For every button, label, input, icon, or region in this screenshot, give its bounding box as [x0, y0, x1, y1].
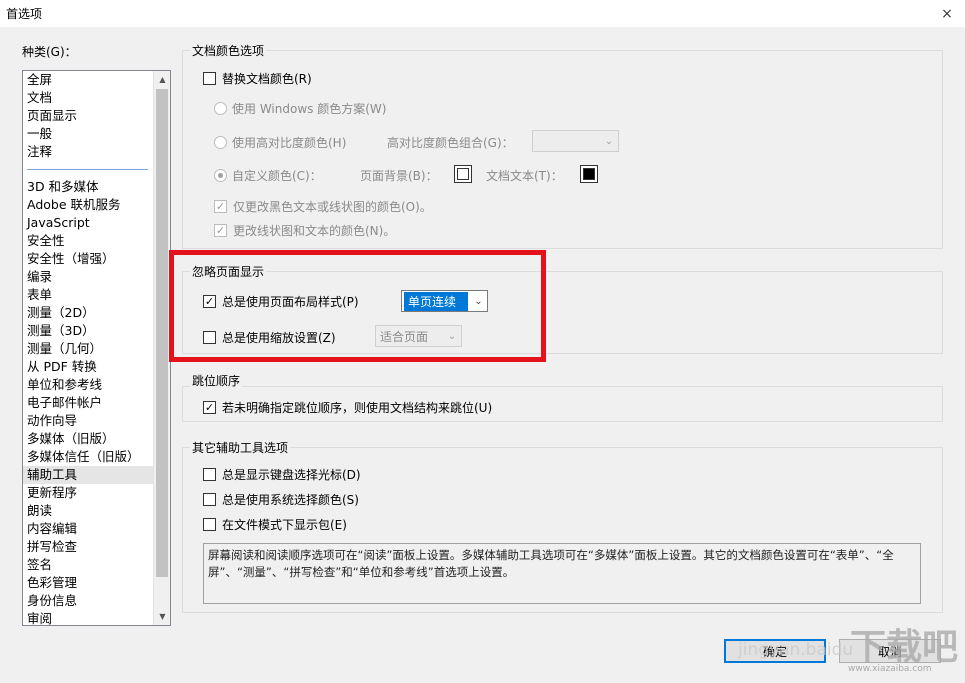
- category-item[interactable]: 色彩管理: [23, 574, 154, 592]
- category-item[interactable]: 签名: [23, 556, 154, 574]
- category-item[interactable]: 一般: [23, 125, 154, 143]
- title-bar: 首选项 ×: [0, 0, 965, 27]
- high-contrast-combo-select[interactable]: ⌄: [532, 130, 619, 152]
- close-icon[interactable]: ×: [929, 0, 965, 27]
- use-windows-label: 使用 Windows 颜色方案(W): [232, 102, 387, 116]
- page-bg-label: 页面背景(B)：: [360, 169, 438, 183]
- other-options-title: 其它辅助工具选项: [190, 439, 291, 456]
- chevron-down-icon: ⌄: [604, 135, 614, 147]
- category-item[interactable]: 电子邮件帐户: [23, 394, 154, 412]
- keyboard-cursor-checkbox[interactable]: 总是显示键盘选择光标(D): [203, 466, 361, 483]
- checkbox-icon[interactable]: [203, 518, 216, 531]
- show-bag-label: 在文件模式下显示包(E): [222, 518, 347, 532]
- checkbox-icon[interactable]: [203, 468, 216, 481]
- category-item[interactable]: 注释: [23, 143, 154, 161]
- use-windows-radio[interactable]: 使用 Windows 颜色方案(W): [214, 100, 386, 117]
- category-scrollbar[interactable]: ▲ ▼: [153, 71, 170, 625]
- category-item[interactable]: 3D 和多媒体: [23, 178, 154, 196]
- category-item[interactable]: 页面显示: [23, 107, 154, 125]
- replace-colors-checkbox[interactable]: 替换文档颜色(R): [203, 70, 312, 87]
- cancel-button[interactable]: 取消: [839, 639, 941, 663]
- system-color-label: 总是使用系统选择颜色(S): [222, 493, 359, 507]
- category-item[interactable]: 从 PDF 转换: [23, 358, 154, 376]
- category-list[interactable]: 全屏 文档 页面显示 一般 注释 3D 和多媒体 Adobe 联机服务 JavaScript 安…: [22, 70, 171, 626]
- category-separator: [23, 161, 154, 178]
- custom-colors-label: 自定义颜色(C)：: [232, 169, 322, 183]
- doc-colors-title: 文档颜色选项: [190, 42, 267, 59]
- checkbox-icon[interactable]: ✓: [214, 224, 227, 237]
- category-items: 全屏 文档 页面显示 一般 注释 3D 和多媒体 Adobe 联机服务 JavaScript 安…: [23, 71, 154, 625]
- checkbox-icon[interactable]: ✓: [203, 401, 216, 414]
- category-item[interactable]: 编录: [23, 268, 154, 286]
- category-item[interactable]: 文档: [23, 89, 154, 107]
- category-item[interactable]: 测量（3D）: [23, 322, 154, 340]
- high-contrast-combo-label: 高对比度颜色组合(G)：: [387, 136, 514, 150]
- tab-order-title: 跳位顺序: [190, 372, 243, 389]
- only-black-text-checkbox[interactable]: ✓ 仅更改黑色文本或线状图的颜色(O)。: [214, 198, 432, 215]
- scroll-down-icon[interactable]: ▼: [154, 608, 170, 625]
- category-item[interactable]: 更新程序: [23, 484, 154, 502]
- category-item[interactable]: 测量（2D）: [23, 304, 154, 322]
- scroll-thumb[interactable]: [156, 89, 168, 577]
- category-item[interactable]: 审阅: [23, 610, 154, 625]
- category-item[interactable]: 朗读: [23, 502, 154, 520]
- watermark-url: www.xiazaiba.com: [848, 664, 932, 674]
- category-item[interactable]: 内容编辑: [23, 520, 154, 538]
- category-item[interactable]: 多媒体（旧版）: [23, 430, 154, 448]
- category-item[interactable]: Adobe 联机服务: [23, 196, 154, 214]
- info-note: 屏幕阅读和阅读顺序选项可在“阅读”面板上设置。多媒体辅助工具选项可在“多媒体”面…: [203, 543, 921, 604]
- doc-text-color: [583, 168, 595, 180]
- category-item[interactable]: 辅助工具: [23, 466, 154, 484]
- tab-order-label: 若未明确指定跳位顺序，则使用文档结构来跳位(U): [222, 401, 493, 415]
- scroll-up-icon[interactable]: ▲: [154, 71, 170, 88]
- category-item[interactable]: 全屏: [23, 71, 154, 89]
- custom-colors-radio[interactable]: 自定义颜色(C)：: [214, 167, 322, 184]
- radio-icon[interactable]: [214, 102, 227, 115]
- category-item[interactable]: 多媒体信任（旧版）: [23, 448, 154, 466]
- category-item[interactable]: 动作向导: [23, 412, 154, 430]
- checkbox-icon[interactable]: [203, 72, 216, 85]
- system-color-checkbox[interactable]: 总是使用系统选择颜色(S): [203, 491, 359, 508]
- category-item[interactable]: 单位和参考线: [23, 376, 154, 394]
- category-item[interactable]: 测量（几何）: [23, 340, 154, 358]
- doc-text-label: 文档文本(T)：: [486, 169, 563, 183]
- change-line-checkbox[interactable]: ✓ 更改线状图和文本的颜色(N)。: [214, 222, 395, 239]
- category-item[interactable]: 拼写检查: [23, 538, 154, 556]
- category-item[interactable]: 安全性（增强）: [23, 250, 154, 268]
- doc-text-swatch[interactable]: [580, 165, 598, 183]
- category-item[interactable]: 表单: [23, 286, 154, 304]
- category-label: 种类(G)：: [22, 45, 77, 59]
- checkbox-icon[interactable]: [203, 493, 216, 506]
- highlight-box: [169, 250, 546, 362]
- radio-icon[interactable]: [214, 136, 227, 149]
- use-high-contrast-label: 使用高对比度颜色(H): [232, 136, 347, 150]
- page-bg-color: [457, 168, 469, 180]
- show-bag-checkbox[interactable]: 在文件模式下显示包(E): [203, 516, 347, 533]
- ok-button[interactable]: 确定: [724, 639, 826, 663]
- tab-order-checkbox[interactable]: ✓ 若未明确指定跳位顺序，则使用文档结构来跳位(U): [203, 399, 492, 416]
- category-item[interactable]: 安全性: [23, 232, 154, 250]
- category-item[interactable]: 身份信息: [23, 592, 154, 610]
- replace-colors-label: 替换文档颜色(R): [222, 72, 312, 86]
- window-title: 首选项: [6, 7, 43, 21]
- radio-icon[interactable]: [214, 169, 227, 182]
- checkbox-icon[interactable]: ✓: [214, 200, 227, 213]
- only-black-text-label: 仅更改黑色文本或线状图的颜色(O)。: [233, 200, 432, 214]
- use-high-contrast-radio[interactable]: 使用高对比度颜色(H): [214, 134, 346, 151]
- page-bg-swatch[interactable]: [454, 165, 472, 183]
- change-line-label: 更改线状图和文本的颜色(N)。: [233, 224, 396, 238]
- category-item[interactable]: JavaScript: [23, 214, 154, 232]
- keyboard-cursor-label: 总是显示键盘选择光标(D): [222, 468, 361, 482]
